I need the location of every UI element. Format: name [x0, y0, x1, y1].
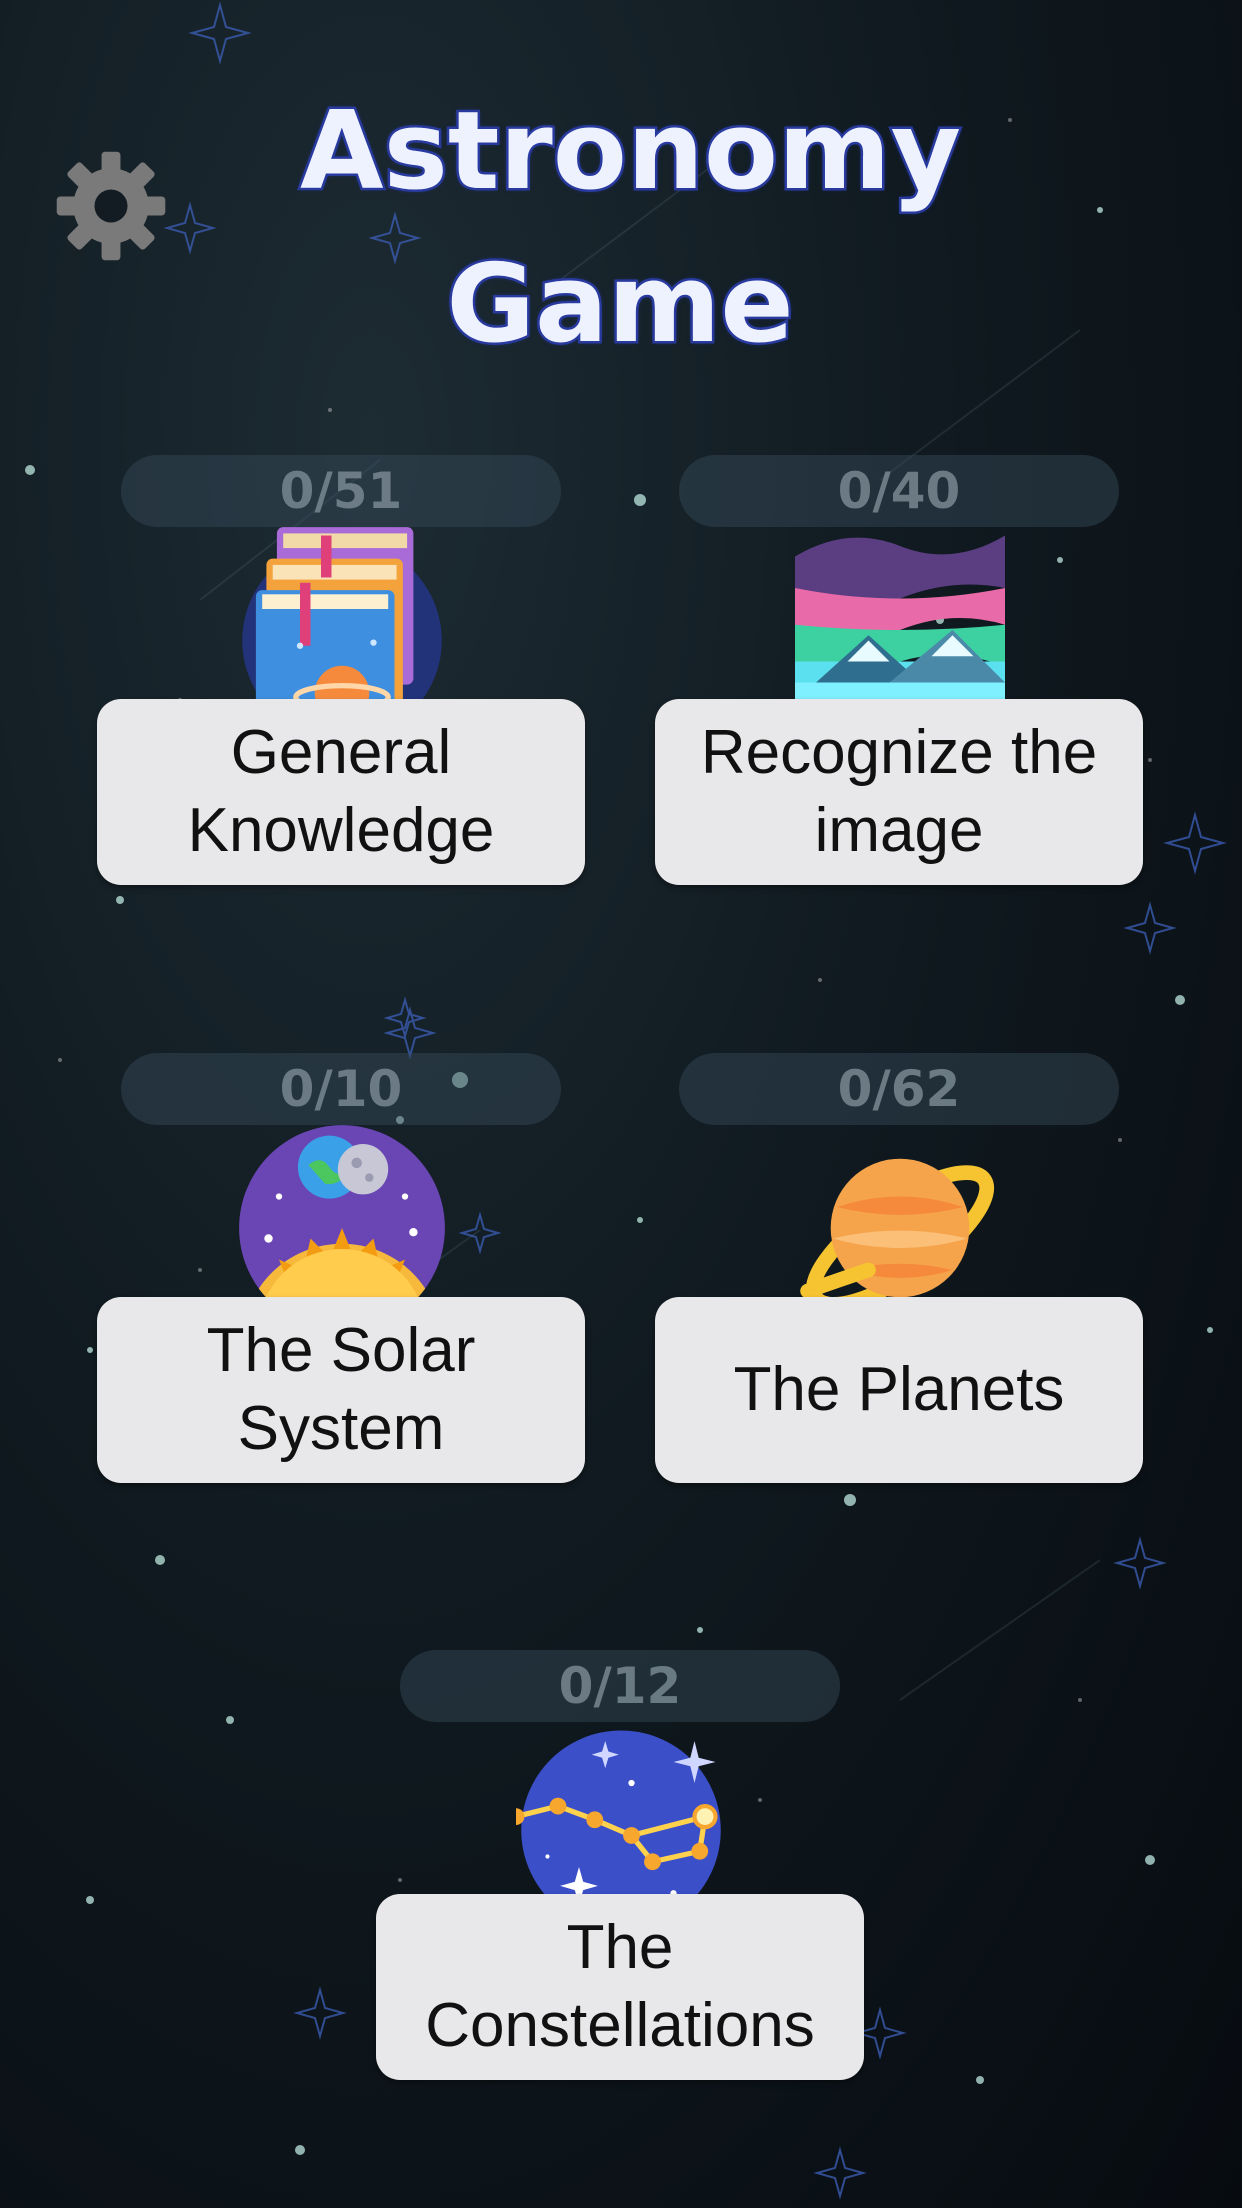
title-line-2: Game [444, 240, 796, 370]
settings-gear-icon[interactable] [52, 143, 170, 269]
progress-badge: 0/40 [679, 455, 1119, 527]
button-label: Recognize the image [700, 718, 1098, 865]
constellations-button[interactable]: The Constellations [376, 1894, 864, 2080]
general-knowledge-button[interactable]: General Knowledge [97, 699, 585, 885]
category-card-general-knowledge: 0/51 General Knowledge [97, 455, 585, 885]
planets-button[interactable]: The Planets [655, 1297, 1143, 1483]
progress-badge: 0/10 [121, 1053, 561, 1125]
category-card-recognize-image: 0/40 Recognize the image [655, 455, 1143, 885]
button-label: The Constellations [425, 1913, 815, 2060]
button-label: The Solar System [206, 1316, 476, 1463]
button-label: The Planets [733, 1355, 1065, 1424]
category-card-planets: 0/62 The Planets [655, 1053, 1143, 1483]
category-card-solar-system: 0/10 The Solar System [97, 1053, 585, 1483]
title-line-1: Astronomy [298, 87, 964, 217]
solar-system-button[interactable]: The Solar System [97, 1297, 585, 1483]
category-card-constellations: 0/12 The Constellations [376, 1650, 864, 2080]
progress-badge: 0/12 [400, 1650, 840, 1722]
progress-badge: 0/62 [679, 1053, 1119, 1125]
button-label: General Knowledge [187, 718, 495, 865]
progress-badge: 0/51 [121, 455, 561, 527]
recognize-image-button[interactable]: Recognize the image [655, 699, 1143, 885]
page-title: Astronomy Game [298, 75, 964, 381]
